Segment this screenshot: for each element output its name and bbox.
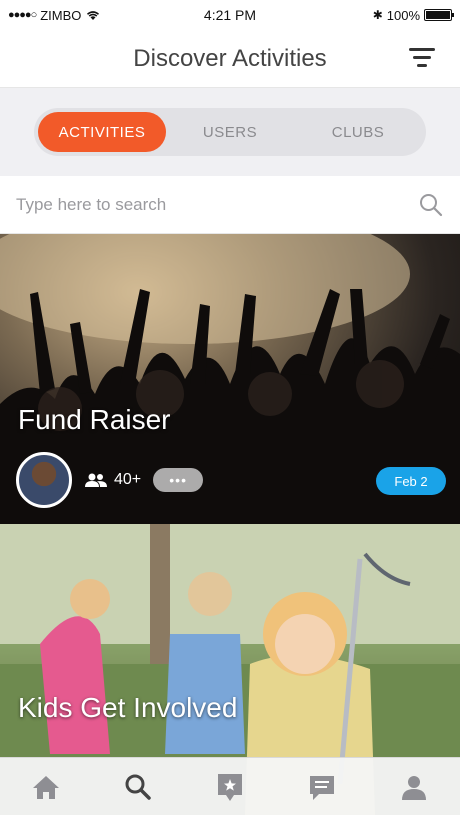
header: Discover Activities [0, 30, 460, 88]
tab-profile[interactable] [388, 764, 440, 810]
people-icon [85, 473, 107, 487]
status-left: ●●●●○ ZIMBO [8, 8, 101, 23]
tab-activities[interactable]: ACTIVITIES [38, 112, 166, 152]
segment-area: ACTIVITIES USERS CLUBS [0, 88, 460, 176]
bluetooth-icon: ✱ [372, 8, 383, 22]
tab-messages[interactable] [296, 764, 348, 810]
tab-search[interactable] [112, 764, 164, 810]
profile-icon [402, 775, 426, 800]
card-title: Kids Get Involved [18, 692, 238, 723]
attendee-count: 40+ [84, 471, 141, 489]
date-badge: Feb 2 [376, 467, 446, 495]
filter-icon [409, 48, 435, 51]
tab-add-activity[interactable] [204, 764, 256, 810]
tab-clubs[interactable]: CLUBS [294, 112, 422, 152]
search-icon[interactable] [418, 192, 444, 218]
messages-icon [310, 775, 334, 800]
activity-card[interactable]: Fund Raiser 40+ ••• Feb 2 [0, 234, 460, 524]
status-right: ✱ 100% [372, 7, 454, 23]
add-activity-icon [218, 773, 242, 801]
signal-icon: ●●●●○ [8, 9, 37, 21]
home-icon [33, 775, 59, 799]
status-bar: ●●●●○ ZIMBO 4:21 PM ✱ 100% [0, 0, 460, 30]
segmented-control: ACTIVITIES USERS CLUBS [34, 108, 426, 156]
more-options-button[interactable]: ••• [153, 468, 204, 492]
page-title: Discover Activities [133, 44, 327, 72]
avatar[interactable] [16, 452, 72, 508]
battery-icon [424, 9, 454, 21]
wifi-icon [87, 11, 100, 20]
search-input[interactable] [16, 194, 418, 215]
card-title: Fund Raiser [18, 404, 171, 435]
search-bar [0, 176, 460, 234]
tab-bar [0, 757, 460, 815]
card-meta: 40+ ••• [16, 452, 204, 508]
carrier-label: ZIMBO [40, 7, 82, 23]
attendee-label: 40+ [114, 471, 142, 488]
tab-users[interactable]: USERS [166, 112, 294, 152]
search-icon [125, 774, 151, 800]
battery-label: 100% [386, 7, 420, 23]
tab-home[interactable] [20, 764, 72, 810]
filter-button[interactable] [408, 48, 436, 72]
